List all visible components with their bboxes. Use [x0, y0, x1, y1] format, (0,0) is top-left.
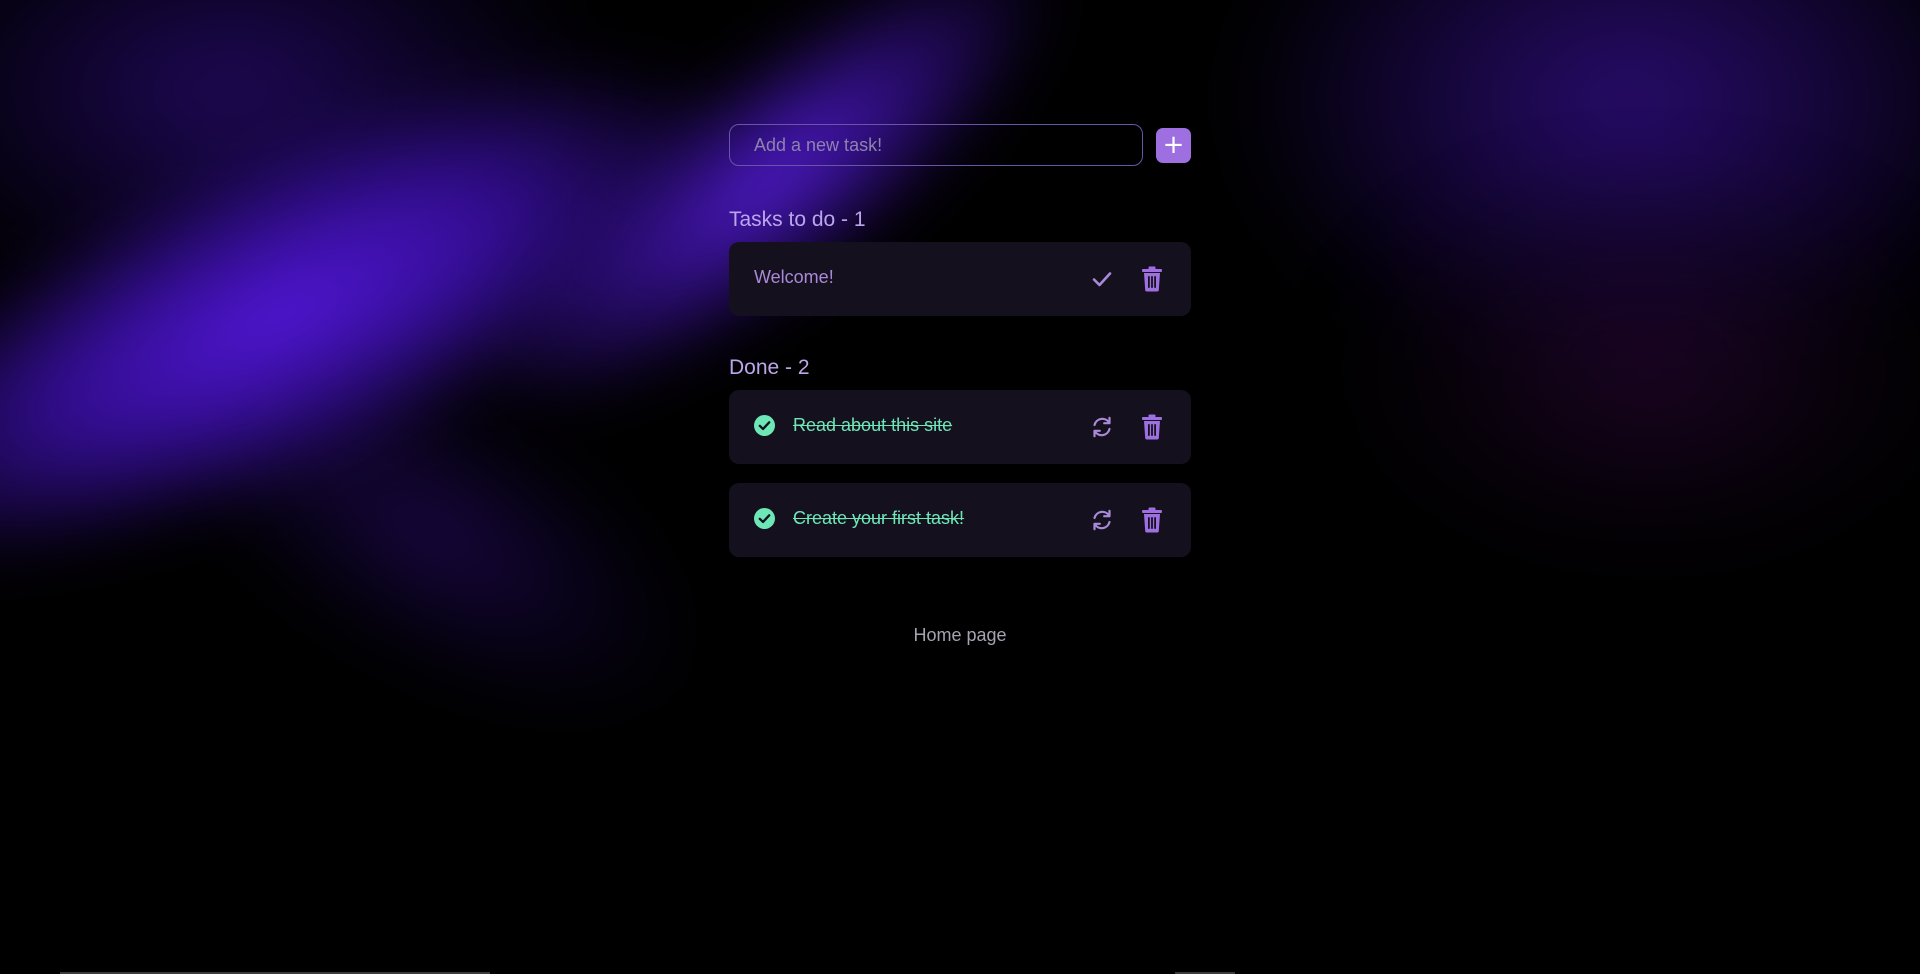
- todo-section-title: Tasks to do - 1: [729, 208, 866, 231]
- check-circle-icon: [754, 507, 775, 529]
- new-task-input[interactable]: [729, 124, 1143, 166]
- refresh-icon[interactable]: [1088, 413, 1116, 441]
- check-circle-icon: [754, 414, 775, 436]
- add-task-button[interactable]: +: [1156, 127, 1191, 163]
- refresh-icon[interactable]: [1088, 506, 1116, 534]
- done-item: Read about this site: [729, 390, 1191, 464]
- done-item: Create your first task!: [729, 483, 1191, 557]
- check-icon[interactable]: [1088, 265, 1116, 293]
- trash-icon[interactable]: [1138, 506, 1166, 534]
- todo-item: Welcome!: [729, 242, 1191, 316]
- home-page-link[interactable]: Home page: [729, 625, 1191, 646]
- todo-app: + Tasks to do - 1 Welcome! Done - 2 R: [729, 124, 1191, 646]
- trash-icon[interactable]: [1138, 265, 1166, 293]
- add-task-row: +: [729, 124, 1191, 166]
- task-text: Create your first task!: [793, 507, 965, 528]
- done-section-title: Done - 2: [729, 356, 810, 379]
- trash-icon[interactable]: [1138, 413, 1166, 441]
- task-text: Welcome!: [754, 266, 834, 287]
- task-text: Read about this site: [793, 414, 953, 435]
